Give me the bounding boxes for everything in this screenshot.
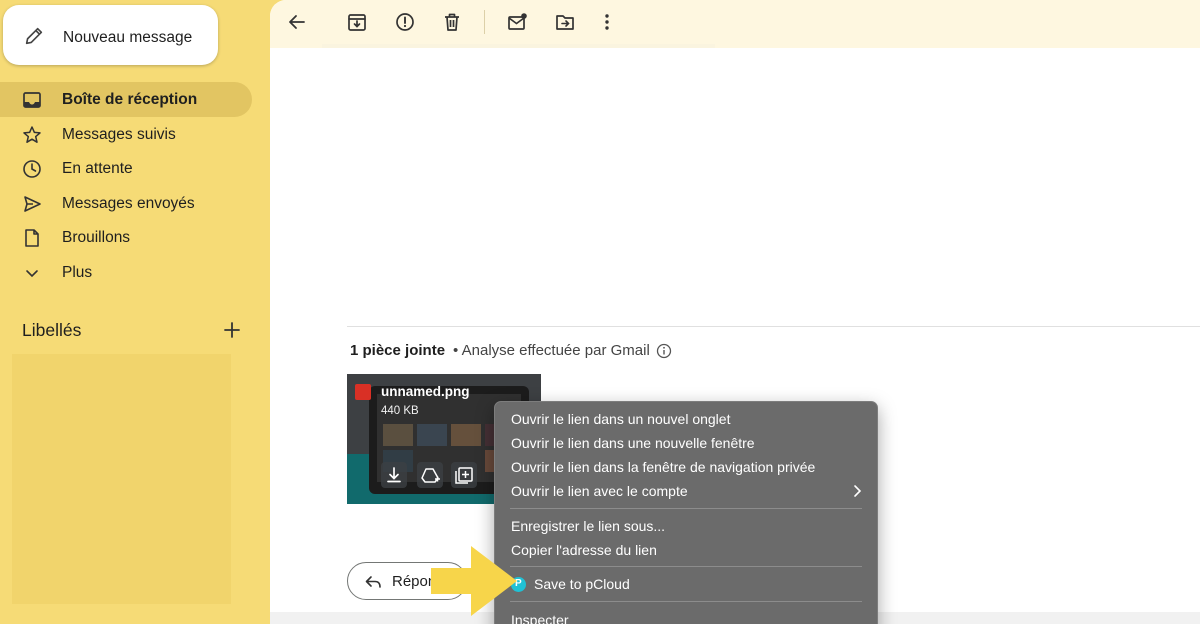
menu-item-label: Enregistrer le lien sous... [511, 518, 666, 534]
sidebar-item-sent[interactable]: Messages envoyés [0, 186, 270, 221]
compose-label: Nouveau message [63, 29, 193, 46]
menu-separator [510, 601, 862, 602]
star-icon [23, 125, 41, 143]
toolbar-shadow [322, 44, 715, 48]
menu-item-save-link-as[interactable]: Enregistrer le lien sous... [496, 515, 876, 537]
menu-item-label: Ouvrir le lien dans une nouvelle fenêtre [511, 435, 755, 451]
menu-item-save-to-pcloud[interactable]: P Save to pCloud [496, 573, 876, 595]
send-icon [24, 195, 41, 212]
menu-item-label: Inspecter [511, 612, 569, 624]
menu-item-open-new-tab[interactable]: Ouvrir le lien dans un nouvel onglet [496, 408, 876, 430]
plus-icon[interactable] [222, 320, 242, 340]
more-vert-icon[interactable] [596, 11, 618, 33]
pencil-icon [25, 27, 43, 45]
attachment-count: 1 pièce jointe [350, 342, 446, 359]
compose-button[interactable]: Nouveau message [3, 5, 218, 65]
download-button[interactable] [381, 462, 407, 488]
sidebar-item-label: Messages suivis [62, 125, 176, 143]
menu-item-label: Ouvrir le lien avec le compte [511, 483, 688, 499]
delete-icon[interactable] [441, 11, 463, 33]
image-file-icon [355, 384, 371, 400]
labels-list [12, 354, 231, 604]
download-icon [387, 467, 401, 483]
labels-heading: Libellés [22, 320, 82, 340]
menu-item-inspect[interactable]: Inspecter [496, 609, 876, 624]
sidebar-item-more[interactable]: Plus [0, 255, 270, 290]
reply-icon [365, 576, 381, 588]
highlight-arrow-icon [431, 546, 517, 616]
info-icon[interactable] [656, 343, 672, 359]
sidebar-nav: Boîte de réception Messages suivis En at… [0, 82, 270, 289]
menu-item-label: Save to pCloud [534, 576, 630, 592]
back-arrow-icon[interactable] [286, 11, 308, 33]
archive-icon[interactable] [346, 11, 368, 33]
clock-icon [23, 160, 41, 178]
draft-icon [25, 229, 39, 247]
mark-unread-icon[interactable] [506, 11, 528, 33]
menu-item-open-new-window[interactable]: Ouvrir le lien dans une nouvelle fenêtre [496, 432, 876, 454]
attachment-filename: unnamed.png [381, 384, 470, 399]
add-to-photos-button[interactable] [451, 462, 477, 488]
sidebar-item-starred[interactable]: Messages suivis [0, 117, 270, 152]
toolbar-divider [484, 10, 485, 34]
sidebar-item-label: Plus [62, 263, 93, 281]
attachments-divider [347, 326, 1200, 327]
menu-item-open-with-account[interactable]: Ouvrir le lien avec le compte [496, 480, 876, 502]
scan-status: • Analyse effectuée par Gmail [453, 342, 650, 359]
menu-item-label: Copier l'adresse du lien [511, 542, 657, 558]
move-to-icon[interactable] [554, 11, 576, 33]
attachment-filesize: 440 KB [381, 405, 419, 417]
message-toolbar [270, 0, 1200, 48]
report-spam-icon[interactable] [394, 11, 416, 33]
sidebar-item-label: En attente [62, 160, 133, 177]
menu-item-open-incognito[interactable]: Ouvrir le lien dans la fenêtre de naviga… [496, 456, 876, 478]
chevron-right-icon [854, 485, 862, 497]
menu-separator [510, 566, 862, 567]
inbox-icon [23, 92, 41, 108]
chevron-down-icon [26, 269, 38, 277]
sidebar-item-drafts[interactable]: Brouillons [0, 220, 270, 255]
attachments-header: 1 pièce jointe • Analyse effectuée par G… [350, 342, 672, 359]
menu-item-copy-link[interactable]: Copier l'adresse du lien [496, 539, 876, 561]
menu-item-label: Ouvrir le lien dans la fenêtre de naviga… [511, 459, 816, 475]
context-menu: Ouvrir le lien dans un nouvel onglet Ouv… [494, 401, 878, 624]
save-to-drive-button[interactable] [417, 462, 443, 488]
sidebar-item-inbox[interactable]: Boîte de réception [0, 82, 252, 117]
sidebar-item-snoozed[interactable]: En attente [0, 151, 270, 186]
sidebar: Nouveau message Boîte de réception Messa… [0, 0, 270, 624]
sidebar-item-label: Boîte de réception [62, 91, 198, 108]
menu-item-label: Ouvrir le lien dans un nouvel onglet [511, 411, 731, 427]
drive-add-icon [421, 468, 440, 483]
add-copy-icon [455, 467, 473, 484]
menu-separator [510, 508, 862, 509]
sidebar-item-label: Brouillons [62, 229, 131, 246]
sidebar-item-label: Messages envoyés [62, 194, 195, 212]
